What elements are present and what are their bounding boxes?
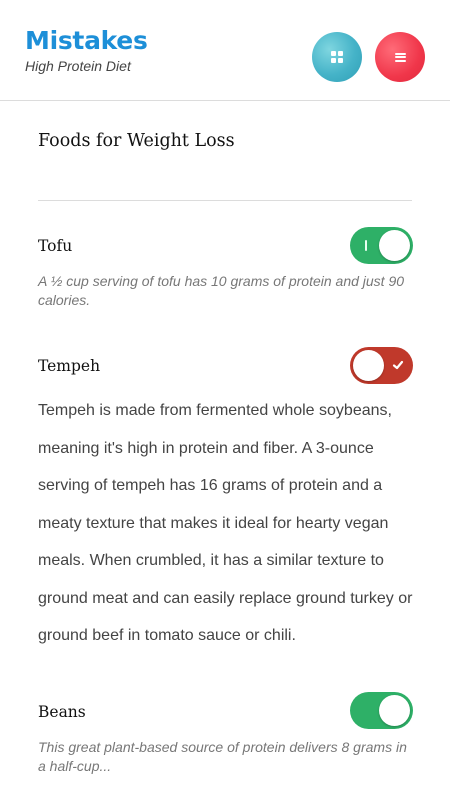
toggle-knob — [353, 350, 384, 381]
section-divider — [38, 200, 412, 201]
section-title: Foods for Weight Loss — [38, 131, 235, 151]
item-name-tempeh: Tempeh — [38, 357, 101, 375]
item-name-beans: Beans — [38, 703, 86, 721]
toggle-on-indicator — [365, 240, 367, 251]
item-description-tempeh: Tempeh is made from fermented whole soyb… — [38, 402, 413, 644]
check-icon — [392, 360, 404, 370]
item-name-tofu: Tofu — [38, 237, 73, 255]
item-description-beans: This great plant-based source of protein… — [38, 739, 407, 774]
menu-button[interactable] — [375, 32, 425, 82]
hamburger-menu-icon — [394, 52, 406, 62]
toggle-knob — [379, 695, 410, 726]
toggle-knob — [379, 230, 410, 261]
grid-view-button[interactable] — [312, 32, 362, 82]
toggle-tempeh[interactable] — [350, 347, 413, 384]
toggle-beans[interactable] — [350, 692, 413, 729]
toggle-tofu[interactable] — [350, 227, 413, 264]
grid-icon — [331, 51, 343, 63]
app-header: Mistakes High Protein Diet — [0, 0, 450, 101]
app-subtitle: High Protein Diet — [25, 58, 131, 74]
app-title: Mistakes — [25, 26, 148, 55]
item-description-tofu: A ½ cup serving of tofu has 10 grams of … — [38, 273, 405, 308]
